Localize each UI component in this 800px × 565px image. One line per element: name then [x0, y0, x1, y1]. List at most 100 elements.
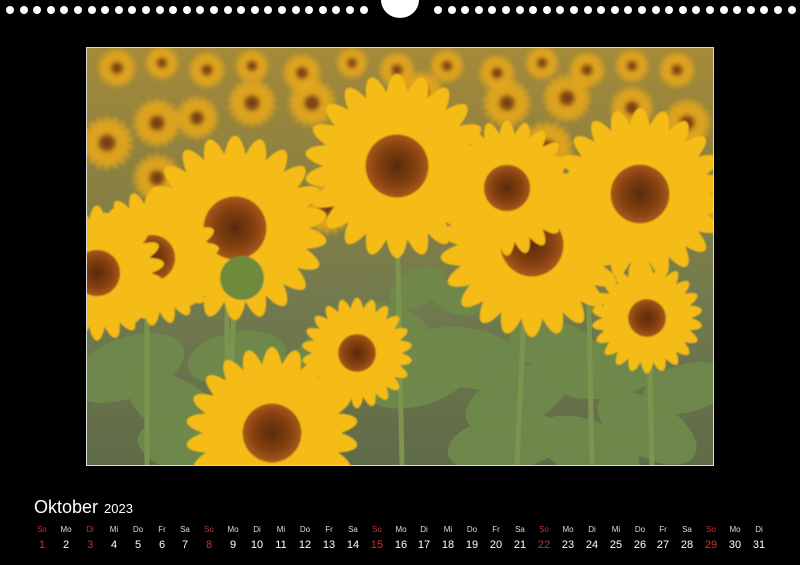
binding-hole — [624, 6, 632, 14]
day-number: 18 — [441, 539, 455, 551]
binding-hole — [652, 6, 660, 14]
calendar-day: Mo 2 — [54, 524, 78, 554]
calendar-day: Fr 13 — [317, 524, 341, 554]
day-number: 14 — [346, 539, 360, 551]
weekday-label: Do — [634, 525, 646, 534]
binding-hole — [760, 6, 768, 14]
year-label: 2023 — [104, 501, 133, 516]
month-name: Oktober — [34, 497, 99, 517]
binding-hole — [475, 6, 483, 14]
weekday-label: Mo — [60, 525, 72, 534]
weekday-label: Mo — [729, 525, 741, 534]
calendar-day: Mo 23 — [556, 524, 580, 554]
day-number: 2 — [62, 539, 70, 551]
day-number: 25 — [609, 539, 623, 551]
binding-hole — [570, 6, 578, 14]
weekday-label: Di — [253, 525, 261, 534]
weekday-label: Mo — [227, 525, 239, 534]
binding-hole — [346, 6, 354, 14]
weekday-label: Mo — [562, 525, 574, 534]
weekday-label: Di — [588, 525, 596, 534]
day-number: 15 — [370, 539, 384, 551]
binding-hole — [788, 6, 796, 14]
weekday-label: So — [539, 525, 549, 534]
day-number: 13 — [322, 539, 336, 551]
day-number: 19 — [465, 539, 479, 551]
weekday-label: So — [204, 525, 214, 534]
binding-hole — [584, 6, 592, 14]
binding-hole — [747, 6, 755, 14]
calendar-day: Do 12 — [293, 524, 317, 554]
binding-hole — [319, 6, 327, 14]
day-number: 26 — [633, 539, 647, 551]
binding-hole — [305, 6, 313, 14]
day-number: 10 — [250, 539, 264, 551]
weekday-label: Do — [466, 525, 478, 534]
day-number: 6 — [158, 539, 166, 551]
binding-hole — [733, 6, 741, 14]
calendar-day: Do 5 — [126, 524, 150, 554]
calendar-day: Di 17 — [412, 524, 436, 554]
sunflower-field-image — [87, 48, 713, 465]
weekday-label: Mo — [395, 525, 407, 534]
binding-hole — [142, 6, 150, 14]
day-number: 31 — [752, 539, 766, 551]
calendar-day: Fr 27 — [651, 524, 675, 554]
calendar-day: Mi 11 — [269, 524, 293, 554]
binding-hole — [502, 6, 510, 14]
day-number: 9 — [229, 539, 237, 551]
binding-hole — [60, 6, 68, 14]
sunflower-bud — [220, 256, 264, 300]
weekday-label: Mi — [109, 525, 119, 534]
binding-hole — [115, 6, 123, 14]
binding-hole — [169, 6, 177, 14]
day-number: 24 — [585, 539, 599, 551]
calendar-day: Mi 4 — [102, 524, 126, 554]
calendar-day: Sa 28 — [675, 524, 699, 554]
calendar-day: So 8 — [197, 524, 221, 554]
binding-hole — [638, 6, 646, 14]
binding-hole — [434, 6, 442, 14]
day-number: 8 — [205, 539, 213, 551]
weekday-label: Fr — [492, 525, 500, 534]
binding-hole — [88, 6, 96, 14]
calendar-day: Mi 25 — [604, 524, 628, 554]
binding-hole — [720, 6, 728, 14]
binding-hole — [128, 6, 136, 14]
weekday-label: Sa — [682, 525, 692, 534]
day-number: 22 — [537, 539, 551, 551]
day-number: 17 — [417, 539, 431, 551]
weekday-label: Di — [420, 525, 428, 534]
binding-hole — [210, 6, 218, 14]
hanger-hole — [381, 0, 419, 18]
day-number: 20 — [489, 539, 503, 551]
day-number: 5 — [134, 539, 142, 551]
binding-hole — [543, 6, 551, 14]
binding-hole — [679, 6, 687, 14]
calendar-day: Di 24 — [580, 524, 604, 554]
day-number: 29 — [704, 539, 718, 551]
calendar-day: Mo 9 — [221, 524, 245, 554]
weekday-label: Mi — [443, 525, 453, 534]
weekday-label: So — [372, 525, 382, 534]
binding-hole — [264, 6, 272, 14]
binding-hole — [224, 6, 232, 14]
weekday-label: Fr — [325, 525, 333, 534]
day-number: 11 — [275, 539, 287, 551]
day-number: 23 — [561, 539, 575, 551]
calendar-photo-sunflowers — [86, 47, 714, 466]
binding-hole — [774, 6, 782, 14]
calendar-day: Mo 30 — [723, 524, 747, 554]
binding-hole — [183, 6, 191, 14]
weekday-label: Do — [132, 525, 144, 534]
binding-hole — [20, 6, 28, 14]
calendar-day: Di 10 — [245, 524, 269, 554]
day-number: 3 — [86, 539, 94, 551]
binding-hole — [237, 6, 245, 14]
weekday-label: Sa — [348, 525, 358, 534]
calendar-day: Di 31 — [747, 524, 771, 554]
weekday-label: Fr — [158, 525, 166, 534]
calendar-days-row: So 1 Mo 2 Di 3 Mi 4 Do 5 Fr 6 Sa 7 So 8 Mo 9 Di 10 Mi 11 Do 12 F… — [30, 524, 770, 556]
day-number: 28 — [680, 539, 694, 551]
binding-hole — [156, 6, 164, 14]
